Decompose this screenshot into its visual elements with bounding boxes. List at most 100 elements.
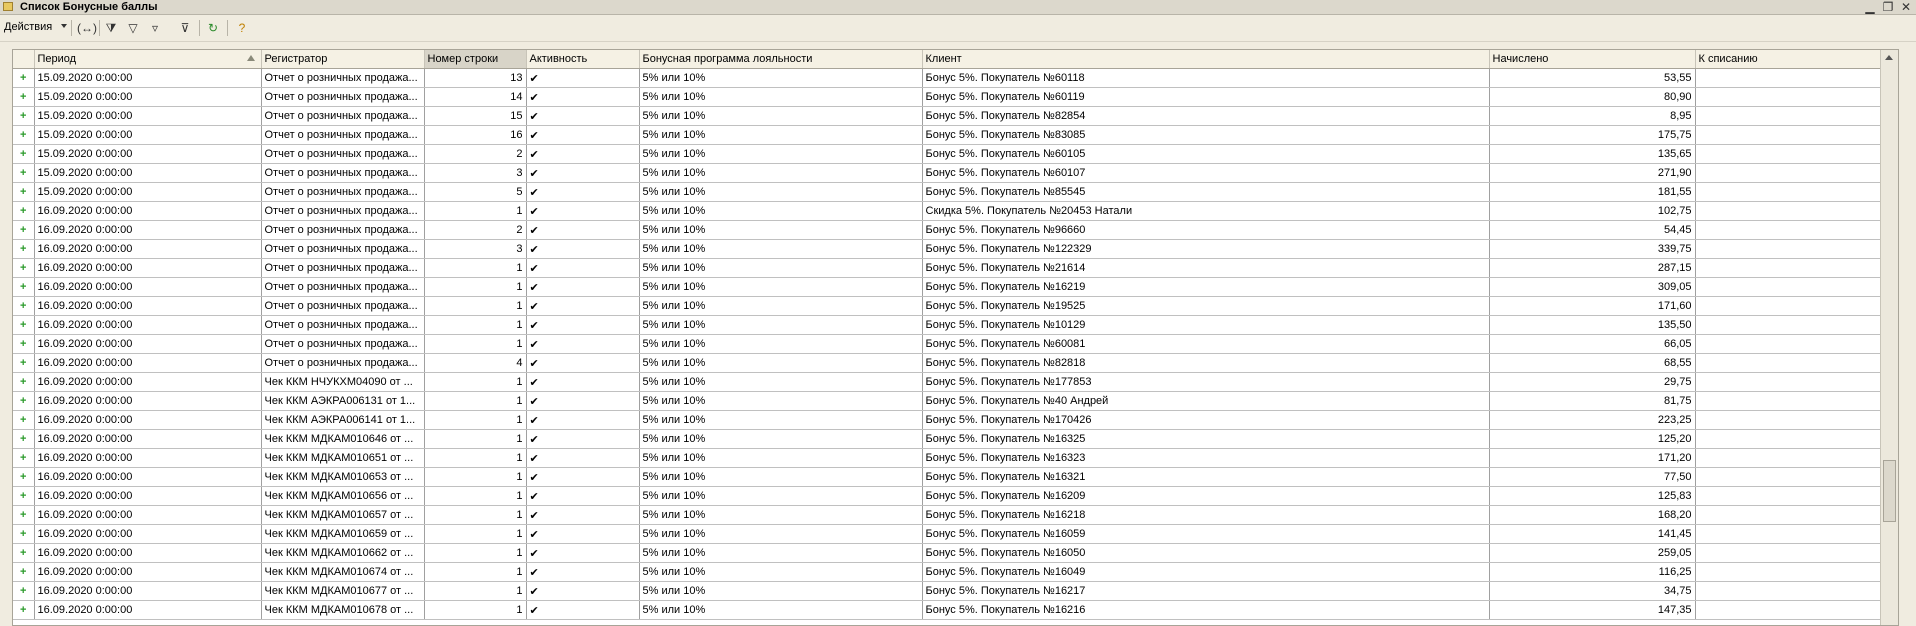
client-cell[interactable]: Бонус 5%. Покупатель №16323: [922, 448, 1490, 468]
line-number-cell[interactable]: 1: [424, 391, 527, 411]
line-number-cell[interactable]: 1: [424, 334, 527, 354]
activity-cell[interactable]: ✔: [526, 239, 640, 259]
write-off-cell[interactable]: [1695, 467, 1898, 487]
activity-cell[interactable]: ✔: [526, 543, 640, 563]
loyalty-program-cell[interactable]: 5% или 10%: [639, 201, 923, 221]
registrar-cell[interactable]: Отчет о розничных продажа...: [261, 182, 425, 202]
activity-cell[interactable]: ✔: [526, 581, 640, 601]
line-number-cell[interactable]: 1: [424, 467, 527, 487]
write-off-cell[interactable]: [1695, 68, 1898, 88]
period-cell[interactable]: 16.09.2020 0:00:00: [34, 562, 262, 582]
period-cell[interactable]: 15.09.2020 0:00:00: [34, 163, 262, 183]
write-off-cell[interactable]: [1695, 391, 1898, 411]
write-off-cell[interactable]: [1695, 296, 1898, 316]
write-off-cell[interactable]: [1695, 258, 1898, 278]
registrar-cell[interactable]: Отчет о розничных продажа...: [261, 144, 425, 164]
loyalty-program-cell[interactable]: 5% или 10%: [639, 68, 923, 88]
table-row[interactable]: +15.09.2020 0:00:00 Отчет о розничных про…: [13, 163, 1898, 183]
period-cell[interactable]: 16.09.2020 0:00:00: [34, 372, 262, 392]
line-number-cell[interactable]: 3: [424, 163, 527, 183]
line-number-cell[interactable]: 1: [424, 429, 527, 449]
client-cell[interactable]: Бонус 5%. Покупатель №82854: [922, 106, 1490, 126]
accrued-cell[interactable]: 171,20: [1489, 448, 1696, 468]
accrued-cell[interactable]: 175,75: [1489, 125, 1696, 145]
period-cell[interactable]: 16.09.2020 0:00:00: [34, 581, 262, 601]
write-off-cell[interactable]: [1695, 562, 1898, 582]
activity-cell[interactable]: ✔: [526, 353, 640, 373]
write-off-cell[interactable]: [1695, 106, 1898, 126]
write-off-cell[interactable]: [1695, 353, 1898, 373]
accrued-cell[interactable]: 259,05: [1489, 543, 1696, 563]
accrued-cell[interactable]: 81,75: [1489, 391, 1696, 411]
table-row[interactable]: +16.09.2020 0:00:00 Чек ККМ МДКАМ010653 о…: [13, 467, 1898, 487]
table-row[interactable]: +15.09.2020 0:00:00 Отчет о розничных про…: [13, 125, 1898, 145]
table-row[interactable]: +16.09.2020 0:00:00 Чек ККМ МДКАМ010657 о…: [13, 505, 1898, 525]
table-row[interactable]: +16.09.2020 0:00:00 Отчет о розничных про…: [13, 201, 1898, 221]
column-header-loyalty-program[interactable]: Бонусная программа лояльности: [639, 50, 923, 69]
line-number-cell[interactable]: 1: [424, 315, 527, 335]
accrued-cell[interactable]: 135,50: [1489, 315, 1696, 335]
period-cell[interactable]: 15.09.2020 0:00:00: [34, 182, 262, 202]
registrar-cell[interactable]: Чек ККМ МДКАМ010656 от ...: [261, 486, 425, 506]
registrar-cell[interactable]: Отчет о розничных продажа...: [261, 68, 425, 88]
write-off-cell[interactable]: [1695, 220, 1898, 240]
filter-by-value-icon[interactable]: ▽: [124, 19, 142, 37]
client-cell[interactable]: Бонус 5%. Покупатель №16325: [922, 429, 1490, 449]
line-number-cell[interactable]: 15: [424, 106, 527, 126]
registrar-cell[interactable]: Чек ККМ АЭКРА006131 от 1...: [261, 391, 425, 411]
write-off-cell[interactable]: [1695, 182, 1898, 202]
period-cell[interactable]: 16.09.2020 0:00:00: [34, 258, 262, 278]
column-header-registrar[interactable]: Регистратор: [261, 50, 425, 69]
line-number-cell[interactable]: 1: [424, 258, 527, 278]
table-row[interactable]: +16.09.2020 0:00:00 Отчет о розничных про…: [13, 315, 1898, 335]
period-cell[interactable]: 16.09.2020 0:00:00: [34, 296, 262, 316]
period-cell[interactable]: 16.09.2020 0:00:00: [34, 448, 262, 468]
table-row[interactable]: +16.09.2020 0:00:00 Чек ККМ МДКАМ010677 о…: [13, 581, 1898, 601]
registrar-cell[interactable]: Отчет о розничных продажа...: [261, 125, 425, 145]
filter-history-icon[interactable]: ▿: [146, 19, 164, 37]
write-off-cell[interactable]: [1695, 163, 1898, 183]
table-row[interactable]: +16.09.2020 0:00:00 Чек ККМ МДКАМ010678 о…: [13, 600, 1898, 620]
table-row[interactable]: +16.09.2020 0:00:00 Отчет о розничных про…: [13, 296, 1898, 316]
loyalty-program-cell[interactable]: 5% или 10%: [639, 543, 923, 563]
period-cell[interactable]: 16.09.2020 0:00:00: [34, 201, 262, 221]
loyalty-program-cell[interactable]: 5% или 10%: [639, 410, 923, 430]
activity-cell[interactable]: ✔: [526, 296, 640, 316]
scroll-up-icon[interactable]: [1885, 55, 1893, 60]
write-off-cell[interactable]: [1695, 486, 1898, 506]
table-row[interactable]: +15.09.2020 0:00:00 Отчет о розничных про…: [13, 87, 1898, 107]
client-cell[interactable]: Бонус 5%. Покупатель №16321: [922, 467, 1490, 487]
accrued-cell[interactable]: 34,75: [1489, 581, 1696, 601]
activity-cell[interactable]: ✔: [526, 163, 640, 183]
period-cell[interactable]: 16.09.2020 0:00:00: [34, 505, 262, 525]
accrued-cell[interactable]: 53,55: [1489, 68, 1696, 88]
write-off-cell[interactable]: [1695, 448, 1898, 468]
write-off-cell[interactable]: [1695, 334, 1898, 354]
parentheses-icon[interactable]: (↔): [77, 19, 97, 37]
line-number-cell[interactable]: 14: [424, 87, 527, 107]
loyalty-program-cell[interactable]: 5% или 10%: [639, 163, 923, 183]
accrued-cell[interactable]: 77,50: [1489, 467, 1696, 487]
write-off-cell[interactable]: [1695, 543, 1898, 563]
period-cell[interactable]: 15.09.2020 0:00:00: [34, 68, 262, 88]
loyalty-program-cell[interactable]: 5% или 10%: [639, 581, 923, 601]
accrued-cell[interactable]: 102,75: [1489, 201, 1696, 221]
period-cell[interactable]: 16.09.2020 0:00:00: [34, 429, 262, 449]
activity-cell[interactable]: ✔: [526, 486, 640, 506]
table-row[interactable]: +16.09.2020 0:00:00 Чек ККМ МДКАМ010674 о…: [13, 562, 1898, 582]
period-cell[interactable]: 16.09.2020 0:00:00: [34, 315, 262, 335]
actions-menu-button[interactable]: Действия: [4, 21, 52, 33]
loyalty-program-cell[interactable]: 5% или 10%: [639, 486, 923, 506]
client-cell[interactable]: Бонус 5%. Покупатель №122329: [922, 239, 1490, 259]
accrued-cell[interactable]: 147,35: [1489, 600, 1696, 620]
write-off-cell[interactable]: [1695, 410, 1898, 430]
write-off-cell[interactable]: [1695, 315, 1898, 335]
client-cell[interactable]: Бонус 5%. Покупатель №60119: [922, 87, 1490, 107]
table-row[interactable]: +15.09.2020 0:00:00 Отчет о розничных про…: [13, 68, 1898, 88]
client-cell[interactable]: Бонус 5%. Покупатель №21614: [922, 258, 1490, 278]
accrued-cell[interactable]: 80,90: [1489, 87, 1696, 107]
client-cell[interactable]: Бонус 5%. Покупатель №16209: [922, 486, 1490, 506]
registrar-cell[interactable]: Чек ККМ МДКАМ010677 от ...: [261, 581, 425, 601]
registrar-cell[interactable]: Чек ККМ МДКАМ010651 от ...: [261, 448, 425, 468]
activity-cell[interactable]: ✔: [526, 429, 640, 449]
